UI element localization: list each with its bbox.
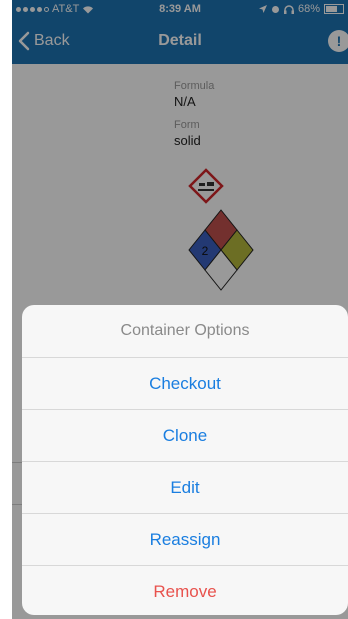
checkout-button[interactable]: Checkout bbox=[22, 358, 348, 410]
screen-border bbox=[0, 0, 12, 619]
clone-button[interactable]: Clone bbox=[22, 410, 348, 462]
remove-button[interactable]: Remove bbox=[22, 566, 348, 615]
reassign-button[interactable]: Reassign bbox=[22, 514, 348, 566]
action-sheet-title: Container Options bbox=[22, 305, 348, 358]
phone-screen: AT&T 8:39 AM 68% Back Detail ! Formula N… bbox=[12, 0, 348, 619]
action-sheet: Container Options Checkout Clone Edit Re… bbox=[22, 305, 348, 615]
edit-button[interactable]: Edit bbox=[22, 462, 348, 514]
